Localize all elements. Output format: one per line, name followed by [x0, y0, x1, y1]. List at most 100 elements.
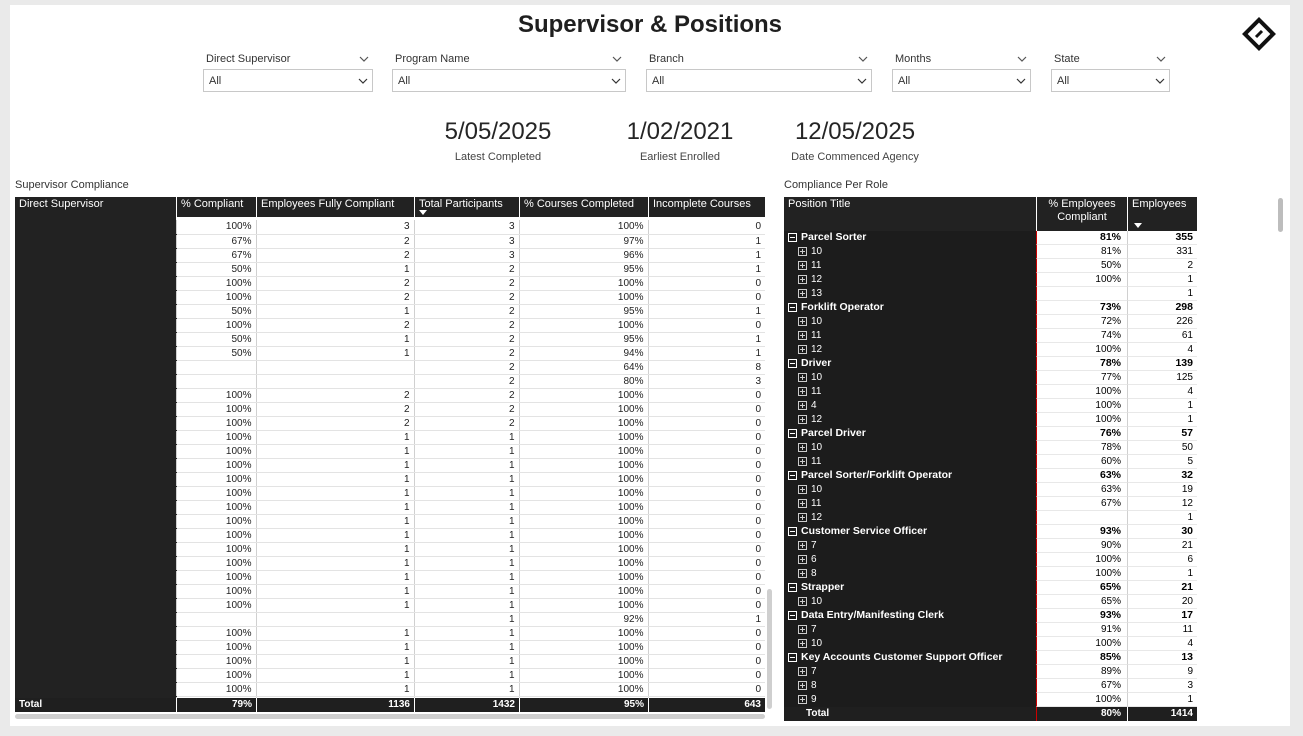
column-header-sorted[interactable]: Total Participants: [414, 197, 519, 217]
expand-icon[interactable]: [798, 246, 807, 256]
table-row[interactable]: 100%11100%0: [15, 486, 765, 501]
table-row[interactable]: 100%11100%0: [15, 668, 765, 683]
table-row[interactable]: 100% 3 3 100% 0: [15, 220, 765, 235]
position-title-label: 7: [811, 624, 817, 635]
table-row[interactable]: 2 80% 3: [15, 374, 765, 389]
filter-months[interactable]: Months All: [892, 49, 1031, 92]
table-row[interactable]: 100% 2 2 100% 0: [15, 290, 765, 305]
table-row[interactable]: 67% 2 3 96% 1: [15, 248, 765, 263]
table-row[interactable]: 67% 2 3 97% 1: [15, 234, 765, 249]
expand-icon[interactable]: [798, 540, 807, 550]
expand-icon[interactable]: [798, 666, 807, 676]
chevron-down-icon[interactable]: [1017, 55, 1027, 63]
collapse-icon[interactable]: [788, 232, 797, 242]
expand-icon[interactable]: [798, 274, 807, 284]
table-row[interactable]: 100% 2 2 100% 0: [15, 416, 765, 431]
table-row[interactable]: 100%11100%0: [15, 556, 765, 571]
collapse-icon[interactable]: [788, 652, 797, 662]
role-table-body[interactable]: Parcel Sorter 81% 355 10 81% 331 11 50% 2 12 100% 1…: [784, 231, 1197, 707]
expand-icon[interactable]: [798, 386, 807, 396]
filter-dropdown[interactable]: All: [1051, 69, 1170, 92]
collapse-icon[interactable]: [788, 470, 797, 480]
column-header-sorted[interactable]: Employees: [1127, 197, 1197, 231]
filter-branch[interactable]: Branch All: [646, 49, 872, 92]
expand-icon[interactable]: [798, 288, 807, 298]
table-row[interactable]: 100% 2 2 100% 0: [15, 388, 765, 403]
expand-icon[interactable]: [798, 484, 807, 494]
collapse-icon[interactable]: [788, 526, 797, 536]
table-row[interactable]: 50% 1 2 95% 1: [15, 262, 765, 277]
table-row[interactable]: 50% 1 2 95% 1: [15, 304, 765, 319]
supervisor-table-body[interactable]: 100% 3 3 100% 0 67% 2 3 97% 1 67% 2 3 96% 1 50% 1 2 95% 1 10…: [15, 220, 765, 698]
table-row[interactable]: 100% 2 2 100% 0: [15, 318, 765, 333]
expand-icon[interactable]: [798, 330, 807, 340]
column-header[interactable]: Employees Fully Compliant: [256, 197, 414, 217]
expand-icon[interactable]: [798, 638, 807, 648]
collapse-icon[interactable]: [788, 428, 797, 438]
expand-icon[interactable]: [798, 568, 807, 578]
table-row[interactable]: 100%11100%0: [15, 500, 765, 515]
filter-dropdown[interactable]: All: [203, 69, 373, 92]
supervisor-name-cell: [15, 584, 176, 599]
expand-icon[interactable]: [798, 456, 807, 466]
collapse-icon[interactable]: [788, 302, 797, 312]
table-row[interactable]: 2 64% 8: [15, 360, 765, 375]
table-row[interactable]: 50% 1 2 95% 1: [15, 332, 765, 347]
filter-dropdown[interactable]: All: [646, 69, 872, 92]
column-header[interactable]: Direct Supervisor: [15, 197, 176, 217]
expand-icon[interactable]: [798, 694, 807, 704]
pct-compliant-cell: 100%: [1036, 273, 1127, 287]
table-row[interactable]: 100%11100%0: [15, 444, 765, 459]
column-header[interactable]: % Courses Completed: [519, 197, 648, 217]
table-row[interactable]: 100%11100%0: [15, 640, 765, 655]
expand-icon[interactable]: [798, 554, 807, 564]
filter-direct-supervisor[interactable]: Direct Supervisor All: [203, 49, 373, 92]
expand-icon[interactable]: [798, 400, 807, 410]
column-header[interactable]: % Compliant: [176, 197, 256, 217]
table-row[interactable]: 100% 2 2 100% 0: [15, 402, 765, 417]
table-row[interactable]: 100%11100%0: [15, 584, 765, 599]
table-row[interactable]: 100%11100%0: [15, 514, 765, 529]
expand-icon[interactable]: [798, 372, 807, 382]
filter-dropdown[interactable]: All: [392, 69, 626, 92]
table-row[interactable]: 100%11100%0: [15, 570, 765, 585]
table-row[interactable]: 100%11100%0: [15, 542, 765, 557]
chevron-down-icon[interactable]: [1156, 55, 1166, 63]
expand-icon[interactable]: [798, 596, 807, 606]
table-row[interactable]: 100%11100%0: [15, 472, 765, 487]
expand-icon[interactable]: [798, 442, 807, 452]
expand-icon[interactable]: [798, 680, 807, 690]
table-row[interactable]: 1 92% 1: [15, 612, 765, 627]
collapse-icon[interactable]: [788, 358, 797, 368]
expand-icon[interactable]: [798, 260, 807, 270]
column-header[interactable]: % Employees Compliant: [1036, 197, 1127, 231]
filter-state[interactable]: State All: [1051, 49, 1170, 92]
table-row[interactable]: 100%11100%0: [15, 430, 765, 445]
expand-icon[interactable]: [798, 624, 807, 634]
collapse-icon[interactable]: [788, 610, 797, 620]
expand-icon[interactable]: [798, 316, 807, 326]
chevron-down-icon[interactable]: [359, 55, 369, 63]
table-row[interactable]: 100%11100%0: [15, 528, 765, 543]
chevron-down-icon[interactable]: [858, 55, 868, 63]
table-row[interactable]: 100%11100%0: [15, 458, 765, 473]
table-row[interactable]: 100%11100%0: [15, 598, 765, 613]
column-header[interactable]: Incomplete Courses: [648, 197, 765, 217]
vertical-scrollbar[interactable]: [1278, 198, 1283, 232]
vertical-scrollbar[interactable]: [767, 589, 772, 709]
expand-icon[interactable]: [798, 414, 807, 424]
collapse-icon[interactable]: [788, 582, 797, 592]
table-row[interactable]: 50% 1 2 94% 1: [15, 346, 765, 361]
table-row[interactable]: 100% 2 2 100% 0: [15, 276, 765, 291]
filter-dropdown[interactable]: All: [892, 69, 1031, 92]
table-row[interactable]: 100%11100%0: [15, 654, 765, 669]
column-header[interactable]: Position Title: [784, 197, 1036, 231]
filter-program-name[interactable]: Program Name All: [392, 49, 626, 92]
horizontal-scrollbar[interactable]: [15, 714, 765, 719]
expand-icon[interactable]: [798, 498, 807, 508]
expand-icon[interactable]: [798, 512, 807, 522]
expand-icon[interactable]: [798, 344, 807, 354]
chevron-down-icon[interactable]: [612, 55, 622, 63]
table-row[interactable]: 100%11100%0: [15, 626, 765, 641]
table-row[interactable]: 100%11100%0: [15, 682, 765, 697]
